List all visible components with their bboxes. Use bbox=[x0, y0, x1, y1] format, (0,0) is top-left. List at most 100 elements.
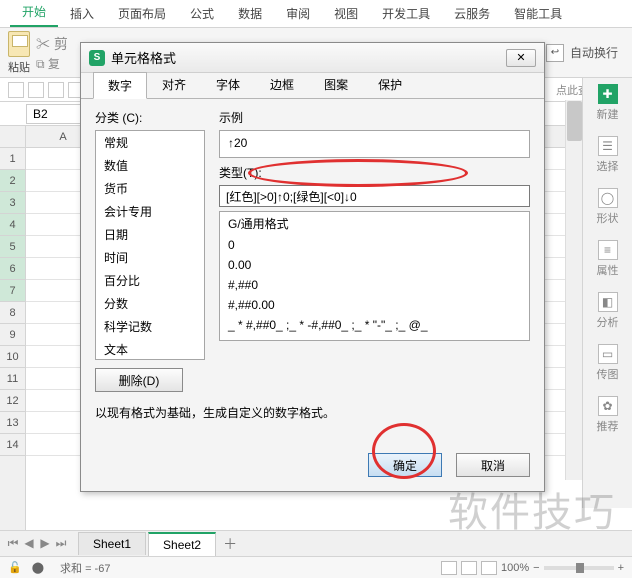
ribbon-tab-cloud[interactable]: 云服务 bbox=[442, 0, 502, 27]
ribbon-tab-pagelayout[interactable]: 页面布局 bbox=[106, 0, 178, 27]
cat-item[interactable]: 数值 bbox=[96, 154, 204, 177]
row-header[interactable]: 12 bbox=[0, 390, 25, 412]
cat-item[interactable]: 货币 bbox=[96, 177, 204, 200]
zoom-level[interactable]: 100% bbox=[501, 562, 529, 574]
side-btn-shape[interactable]: ◯形状 bbox=[597, 188, 619, 226]
qa-slot[interactable] bbox=[8, 82, 24, 98]
side-btn-recommend[interactable]: ✿推荐 bbox=[597, 396, 619, 434]
view-layout-icon[interactable] bbox=[481, 561, 497, 575]
select-icon: ☰ bbox=[598, 136, 618, 156]
ribbon-tabs: 开始 插入 页面布局 公式 数据 审阅 视图 开发工具 云服务 智能工具 bbox=[0, 0, 632, 28]
sheet-nav-first[interactable]: ⏮ bbox=[6, 536, 20, 551]
cat-item[interactable]: 时间 bbox=[96, 246, 204, 269]
qa-slot[interactable] bbox=[48, 82, 64, 98]
ribbon-tab-review[interactable]: 审阅 bbox=[274, 0, 322, 27]
dialog-close-button[interactable]: ✕ bbox=[506, 49, 536, 67]
cat-item[interactable]: 百分比 bbox=[96, 269, 204, 292]
dialog-title: 单元格格式 bbox=[111, 48, 176, 67]
cat-item[interactable]: 文本 bbox=[96, 338, 204, 360]
cat-item[interactable]: 常规 bbox=[96, 131, 204, 154]
sheet-tab-sheet2[interactable]: Sheet2 bbox=[148, 532, 216, 556]
side-btn-new[interactable]: ✚新建 bbox=[597, 84, 619, 122]
side-btn-select[interactable]: ☰选择 bbox=[597, 136, 619, 174]
dialog-titlebar[interactable]: S 单元格格式 ✕ bbox=[81, 43, 544, 73]
dlg-tab-number[interactable]: 数字 bbox=[93, 72, 147, 99]
sheet-tab-sheet1[interactable]: Sheet1 bbox=[78, 532, 146, 555]
type-item[interactable]: 0.00 bbox=[220, 255, 529, 275]
zoom-slider[interactable] bbox=[544, 566, 614, 570]
qa-slot[interactable] bbox=[28, 82, 44, 98]
scrollbar-thumb[interactable] bbox=[567, 101, 582, 141]
vertical-scrollbar[interactable] bbox=[565, 100, 582, 480]
view-pagebreak-icon[interactable] bbox=[461, 561, 477, 575]
cut-icon[interactable]: ✂ 剪 bbox=[36, 34, 68, 54]
row-header[interactable]: 2 bbox=[0, 170, 25, 192]
type-item[interactable]: #,##0.00 bbox=[220, 295, 529, 315]
dlg-tab-protect[interactable]: 保护 bbox=[363, 71, 417, 98]
view-normal-icon[interactable] bbox=[441, 561, 457, 575]
zoom-in[interactable]: + bbox=[618, 562, 624, 574]
type-item[interactable]: 0 bbox=[220, 235, 529, 255]
type-item[interactable]: _ * #,##0_ ;_ * -#,##0_ ;_ * "-"_ ;_ @_ bbox=[220, 315, 529, 335]
select-all-corner[interactable] bbox=[0, 126, 25, 148]
row-header[interactable]: 5 bbox=[0, 236, 25, 258]
dlg-tab-font[interactable]: 字体 bbox=[201, 71, 255, 98]
row-header[interactable]: 14 bbox=[0, 434, 25, 456]
cat-item[interactable]: 会计专用 bbox=[96, 200, 204, 223]
paste-button[interactable]: 粘贴 bbox=[8, 31, 30, 75]
clipboard-icon bbox=[8, 31, 30, 57]
row-header[interactable]: 8 bbox=[0, 302, 25, 324]
delete-button[interactable]: 删除(D) bbox=[95, 368, 183, 392]
row-header[interactable]: 6 bbox=[0, 258, 25, 280]
dialog-buttons: 确定 取消 bbox=[81, 445, 544, 491]
side-panel: ✚新建 ☰选择 ◯形状 ≡属性 ◧分析 ▭传图 ✿推荐 bbox=[582, 78, 632, 508]
ribbon-tab-formula[interactable]: 公式 bbox=[178, 0, 226, 27]
sheet-nav-prev[interactable]: ◀ bbox=[22, 536, 36, 551]
side-btn-props[interactable]: ≡属性 bbox=[597, 240, 619, 278]
cancel-button[interactable]: 取消 bbox=[456, 453, 530, 477]
zoom-thumb[interactable] bbox=[576, 563, 584, 573]
record-icon[interactable]: ⬤ bbox=[32, 561, 44, 574]
type-input[interactable] bbox=[219, 185, 530, 207]
ribbon-tab-data[interactable]: 数据 bbox=[226, 0, 274, 27]
row-header[interactable]: 1 bbox=[0, 148, 25, 170]
ribbon-tab-start[interactable]: 开始 bbox=[10, 0, 58, 27]
row-header[interactable]: 3 bbox=[0, 192, 25, 214]
autowrap-label[interactable]: 自动换行 bbox=[570, 44, 618, 61]
sheet-nav-last[interactable]: ⏭ bbox=[54, 536, 68, 551]
add-sheet-button[interactable]: ＋ bbox=[218, 534, 242, 554]
sheet-nav-next[interactable]: ▶ bbox=[38, 536, 52, 551]
side-btn-upload[interactable]: ▭传图 bbox=[597, 344, 619, 382]
category-label: 分类 (C): bbox=[95, 109, 205, 126]
cat-item[interactable]: 日期 bbox=[96, 223, 204, 246]
type-item[interactable]: G/通用格式 bbox=[220, 212, 529, 235]
cell-format-dialog: S 单元格格式 ✕ 数字 对齐 字体 边框 图案 保护 分类 (C): 常规 数… bbox=[80, 42, 545, 492]
type-listbox[interactable]: G/通用格式 0 0.00 #,##0 #,##0.00 _ * #,##0_ … bbox=[219, 211, 530, 341]
row-header[interactable]: 11 bbox=[0, 368, 25, 390]
shape-icon: ◯ bbox=[598, 188, 618, 208]
dlg-tab-border[interactable]: 边框 bbox=[255, 71, 309, 98]
row-header[interactable]: 10 bbox=[0, 346, 25, 368]
row-header[interactable]: 7 bbox=[0, 280, 25, 302]
category-listbox[interactable]: 常规 数值 货币 会计专用 日期 时间 百分比 分数 科学记数 文本 特殊 自定… bbox=[95, 130, 205, 360]
row-header[interactable]: 13 bbox=[0, 412, 25, 434]
row-header[interactable]: 9 bbox=[0, 324, 25, 346]
copy-icon[interactable]: ⧉ 复 bbox=[36, 55, 68, 72]
wrap-button[interactable]: ↩ bbox=[546, 44, 564, 62]
ribbon-tab-developer[interactable]: 开发工具 bbox=[370, 0, 442, 27]
ribbon-tab-view[interactable]: 视图 bbox=[322, 0, 370, 27]
ribbon-tab-insert[interactable]: 插入 bbox=[58, 0, 106, 27]
dlg-tab-pattern[interactable]: 图案 bbox=[309, 71, 363, 98]
type-item[interactable]: #,##0 bbox=[220, 275, 529, 295]
dialog-body: 分类 (C): 常规 数值 货币 会计专用 日期 时间 百分比 分数 科学记数 … bbox=[81, 99, 544, 445]
side-btn-analyze[interactable]: ◧分析 bbox=[597, 292, 619, 330]
ribbon-tab-ai[interactable]: 智能工具 bbox=[502, 0, 574, 27]
cat-item[interactable]: 科学记数 bbox=[96, 315, 204, 338]
ok-button[interactable]: 确定 bbox=[368, 453, 442, 477]
status-sum: 求和 = -67 bbox=[60, 560, 110, 576]
zoom-out[interactable]: − bbox=[533, 562, 539, 574]
type-item[interactable]: _ * #,##0.00_ ;_ * -#,##0.00_ ;_ * "-"??… bbox=[220, 335, 529, 341]
cat-item[interactable]: 分数 bbox=[96, 292, 204, 315]
dlg-tab-align[interactable]: 对齐 bbox=[147, 71, 201, 98]
row-header[interactable]: 4 bbox=[0, 214, 25, 236]
